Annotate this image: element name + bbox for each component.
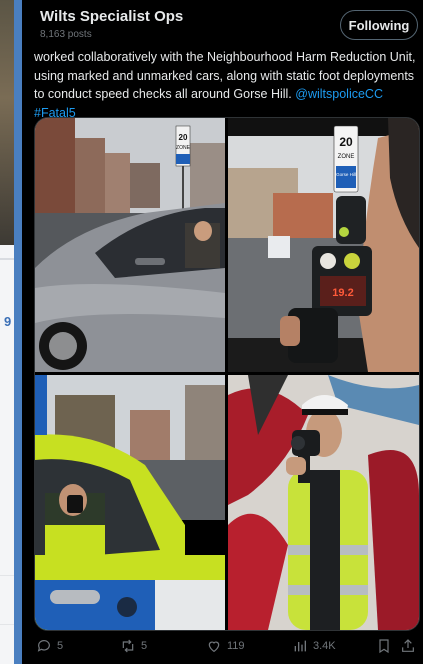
tweet-actions: 5 5 119 3.4K	[22, 636, 423, 660]
like-count: 119	[227, 640, 245, 652]
foot-officer-image[interactable]	[228, 375, 419, 630]
tweet-header: Wilts Specialist Ops 8,163 posts Followi…	[22, 0, 423, 50]
tweet-text: worked collaboratively with the Neighbou…	[34, 48, 418, 122]
bar-chart-icon	[294, 640, 306, 652]
view-count: 3.4K	[313, 640, 336, 652]
police-car-officer-image[interactable]	[35, 375, 225, 630]
sign-zone: ZONE	[338, 154, 355, 160]
sign-number: 20	[179, 133, 188, 142]
bookmark-icon	[379, 639, 389, 654]
heart-icon	[208, 641, 220, 653]
following-button[interactable]: Following	[340, 10, 418, 40]
reply-count: 5	[57, 640, 64, 652]
repost-button[interactable]: 5	[120, 638, 147, 654]
post-count: 8,163 posts	[40, 29, 92, 40]
reply-icon	[37, 640, 50, 652]
speed-reading: 19.2	[332, 287, 353, 299]
like-button[interactable]: 119	[206, 638, 245, 654]
speed-gun-in-car-image[interactable]: 20 ZONE Gorse Hill 19.2	[228, 118, 419, 372]
reply-button[interactable]: 5	[36, 638, 63, 654]
mention-link[interactable]: @wiltspoliceCC	[295, 87, 383, 101]
views-button[interactable]: 3.4K	[292, 638, 336, 654]
tweet-card: Wilts Specialist Ops 8,163 posts Followi…	[22, 0, 423, 664]
repost-count: 5	[141, 640, 148, 652]
account-name[interactable]: Wilts Specialist Ops	[40, 8, 183, 25]
bookmark-button[interactable]	[376, 638, 392, 654]
share-icon	[402, 639, 414, 652]
media-grid: 20 ZONE 20 ZONE Gorse Hill 19.2	[34, 117, 420, 631]
sign-number: 20	[339, 135, 353, 149]
repost-icon	[122, 639, 134, 653]
share-button[interactable]	[400, 638, 416, 654]
sign-zone: ZONE	[176, 145, 191, 151]
sign-place: Gorse Hill	[336, 172, 356, 177]
unmarked-car-image[interactable]: 20 ZONE	[35, 118, 225, 372]
background-row-number: 9	[4, 314, 12, 329]
